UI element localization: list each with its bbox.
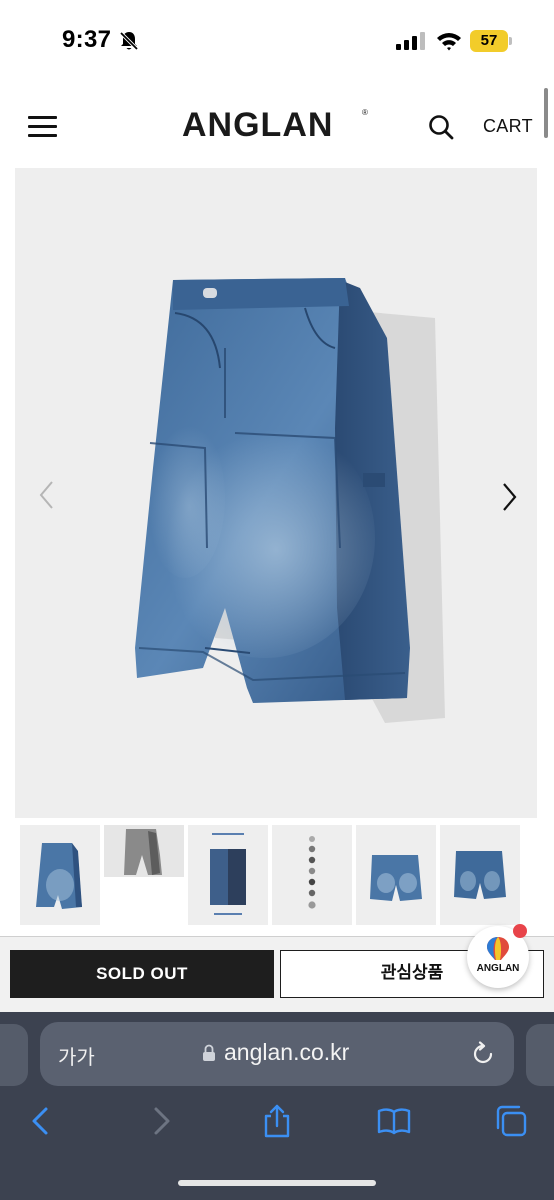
url-text[interactable]: anglan.co.kr — [224, 1039, 349, 1066]
reload-icon[interactable] — [470, 1041, 496, 1067]
brand-chat-badge[interactable]: ANGLAN — [467, 924, 529, 988]
thumbnail-4[interactable] — [272, 825, 352, 925]
product-image — [135, 278, 445, 723]
address-bar[interactable]: 가가 anglan.co.kr — [40, 1022, 514, 1086]
forward-icon[interactable] — [144, 1104, 178, 1138]
home-indicator — [178, 1180, 376, 1186]
badge-label: ANGLAN — [476, 963, 520, 974]
lock-icon — [203, 1044, 215, 1061]
bell-slash-icon — [119, 31, 139, 51]
registered-mark: ® — [362, 108, 368, 117]
wifi-icon — [437, 33, 461, 51]
menu-icon[interactable] — [28, 114, 58, 138]
chevron-left-icon[interactable] — [37, 478, 57, 512]
thumbnail-5[interactable] — [356, 825, 436, 925]
thumbnail-strip — [20, 825, 540, 927]
back-icon[interactable] — [24, 1104, 58, 1138]
search-icon[interactable] — [428, 114, 454, 140]
browser-toolbar: 가가 anglan.co.kr — [0, 1012, 554, 1200]
bookmarks-icon[interactable] — [377, 1104, 411, 1138]
next-tab-peek[interactable] — [526, 1024, 554, 1086]
balloon-icon — [487, 937, 509, 960]
battery-cap — [509, 37, 512, 45]
text-size-button[interactable]: 가가 — [58, 1041, 95, 1070]
thumbnail-3[interactable] — [188, 825, 268, 925]
scroll-indicator — [544, 88, 548, 138]
sold-out-button[interactable]: SOLD OUT — [10, 950, 274, 998]
thumbnail-2[interactable] — [104, 825, 184, 925]
notification-dot — [513, 924, 527, 938]
thumbnail-1[interactable] — [20, 825, 100, 925]
site-header: ANGLAN ® CART — [0, 84, 554, 168]
status-bar: 9:37 57 — [0, 0, 554, 84]
previous-tab-peek[interactable] — [0, 1024, 28, 1086]
tabs-icon[interactable] — [494, 1104, 528, 1138]
status-time: 9:37 — [62, 26, 112, 53]
thumbnail-6[interactable] — [440, 825, 520, 925]
share-icon[interactable] — [260, 1104, 294, 1138]
battery-icon: 57 — [470, 30, 508, 52]
brand-logo[interactable]: ANGLAN — [182, 106, 333, 145]
signal-icon — [396, 32, 425, 50]
chevron-right-icon[interactable] — [499, 480, 519, 514]
product-gallery[interactable] — [15, 168, 537, 818]
cart-link[interactable]: CART — [483, 116, 533, 137]
